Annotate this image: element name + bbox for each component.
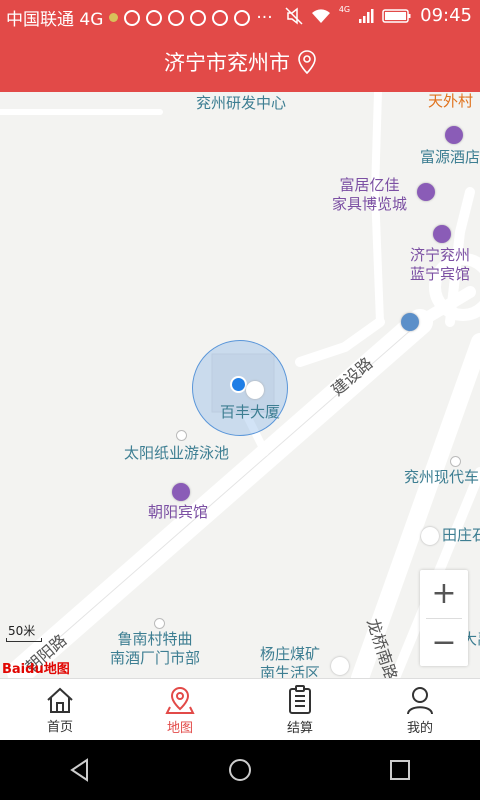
clock: 09:45 — [420, 5, 472, 26]
qq-notification-icon-2 — [212, 9, 229, 26]
poi-label[interactable]: 兖州现代车 — [404, 468, 479, 487]
tab-map[interactable]: 地图 — [120, 679, 240, 741]
map-pin-icon — [165, 686, 195, 714]
recents-button[interactable] — [370, 750, 430, 790]
poi-label[interactable]: 天外村 — [428, 92, 473, 111]
poi-label[interactable]: 朝阳宾馆 — [148, 503, 208, 522]
poi-label[interactable]: 富源酒店 — [420, 148, 480, 167]
tab-profile[interactable]: 我的 — [360, 679, 480, 741]
wechat-notification-icon — [168, 9, 185, 26]
zoom-in-button[interactable]: + — [420, 570, 468, 618]
more-notifications-icon: ··· — [256, 7, 273, 28]
poi-label[interactable]: 兖州研发中心 — [196, 94, 286, 113]
poi-label[interactable]: 太阳纸业游泳池 — [124, 444, 229, 463]
network-type-label: 4G — [338, 5, 351, 14]
home-icon — [47, 687, 73, 713]
receipt-icon — [289, 684, 311, 714]
poi-dot-icon[interactable] — [154, 618, 165, 629]
poi-label[interactable]: 济宁兖州 蓝宁宾馆 — [410, 246, 470, 284]
poi-dot-icon[interactable] — [450, 456, 461, 467]
poi-label[interactable]: 富居亿佳 家具博览城 — [332, 176, 407, 214]
tab-home[interactable]: 首页 — [0, 679, 120, 741]
current-location-marker — [230, 376, 247, 393]
poi-label[interactable]: 百丰大厦 — [220, 403, 280, 422]
city-title[interactable]: 济宁市兖州市 — [164, 47, 290, 77]
scale-label: 50米 — [8, 624, 36, 638]
user-icon — [407, 686, 433, 714]
map-logo: Baidu地图 — [2, 662, 70, 677]
system-nav-bar — [0, 740, 480, 800]
building-poi-icon[interactable] — [246, 381, 264, 399]
notification-dot-icon — [109, 13, 119, 22]
zoom-out-button[interactable]: − — [420, 619, 468, 667]
shopping-icon[interactable] — [417, 183, 435, 201]
zoom-control: + − — [420, 570, 468, 666]
carrier-label: 中国联通 4G — [6, 10, 104, 30]
wifi-icon — [311, 8, 330, 23]
bottom-tab-bar: 首页 地图 结算 我的 — [0, 678, 480, 741]
bus-stop-icon[interactable] — [401, 313, 419, 331]
poi-label[interactable]: 杨庄煤矿 南生活区 — [260, 645, 320, 678]
location-pin-icon[interactable] — [298, 50, 316, 74]
tab-label: 地图 — [166, 720, 193, 736]
qq-notification-icon-3 — [234, 9, 251, 26]
status-right: 4G 09:45 — [285, 5, 472, 26]
home-button[interactable] — [210, 750, 270, 790]
back-triangle-icon — [70, 758, 88, 782]
building-poi-icon[interactable] — [421, 527, 439, 545]
location-header[interactable]: 济宁市兖州市 — [0, 32, 480, 92]
poi-label[interactable]: 田庄石 — [442, 526, 480, 545]
hotel-icon[interactable] — [445, 126, 463, 144]
qq-notification-icon — [190, 9, 207, 26]
hotel-icon[interactable] — [433, 225, 451, 243]
building-poi-icon[interactable] — [331, 657, 349, 675]
tab-label: 首页 — [46, 719, 73, 735]
mute-icon — [285, 6, 303, 25]
map-view[interactable]: 兖州研发中心 天外村 富源酒店 富居亿佳 家具博览城 济宁兖州 蓝宁宾馆 百丰大… — [0, 92, 480, 678]
tab-label: 结算 — [286, 720, 313, 736]
back-button[interactable] — [50, 750, 110, 790]
chat-notification-icon — [146, 9, 163, 26]
status-bar: 中国联通 4G ··· 4G 09:45 — [0, 0, 480, 32]
hotel-icon[interactable] — [172, 483, 190, 501]
app-notification-icon — [124, 9, 141, 26]
tab-label: 我的 — [406, 720, 433, 736]
tab-checkout[interactable]: 结算 — [240, 679, 360, 741]
poi-dot-icon[interactable] — [176, 430, 187, 441]
recents-square-icon — [390, 760, 410, 780]
battery-icon — [382, 8, 411, 23]
scale-bar — [6, 638, 42, 642]
poi-label[interactable]: 鲁南村特曲 南酒厂门市部 — [110, 630, 200, 668]
status-left: 中国联通 4G ··· — [6, 5, 273, 31]
signal-icon — [359, 8, 374, 23]
home-circle-icon — [229, 759, 251, 781]
